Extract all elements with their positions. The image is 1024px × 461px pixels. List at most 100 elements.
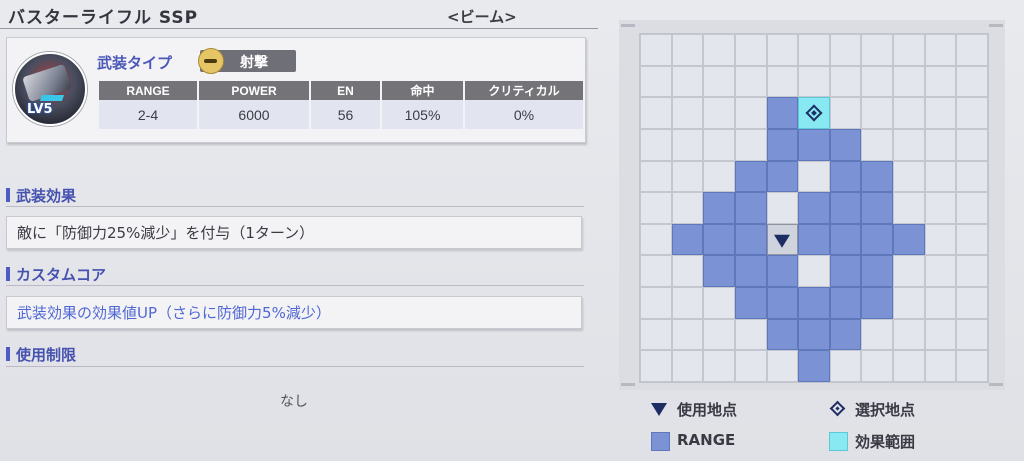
grid-cell[interactable]	[893, 128, 925, 161]
grid-cell[interactable]	[703, 34, 735, 66]
grid-cell[interactable]	[893, 255, 925, 288]
grid-cell-range[interactable]	[861, 192, 894, 224]
grid-cell[interactable]	[671, 192, 704, 224]
grid-cell[interactable]	[924, 34, 957, 66]
grid-cell[interactable]	[766, 34, 799, 66]
grid-cell[interactable]	[734, 350, 767, 382]
grid-cell-range[interactable]	[829, 287, 862, 319]
grid-cell-range[interactable]	[766, 255, 799, 288]
grid-cell[interactable]	[956, 160, 988, 193]
grid-cell[interactable]	[640, 192, 672, 224]
grid-cell-range[interactable]	[671, 223, 704, 256]
grid-cell-range[interactable]	[766, 128, 799, 161]
grid-cell[interactable]	[829, 65, 862, 98]
grid-cell-range[interactable]	[798, 128, 830, 161]
grid-cell[interactable]	[861, 350, 894, 382]
grid-cell[interactable]	[703, 65, 735, 98]
grid-cell[interactable]	[766, 65, 799, 98]
grid-cell[interactable]	[734, 318, 767, 351]
grid-cell[interactable]	[956, 223, 988, 256]
grid-cell-user[interactable]	[766, 223, 799, 256]
grid-cell-range[interactable]	[766, 97, 799, 129]
grid-cell[interactable]	[924, 255, 957, 288]
grid-cell-range[interactable]	[861, 255, 894, 288]
grid-cell-range[interactable]	[829, 223, 862, 256]
grid-cell[interactable]	[671, 350, 704, 382]
grid-cell-range[interactable]	[798, 192, 830, 224]
grid-cell-range[interactable]	[734, 160, 767, 193]
grid-cell[interactable]	[671, 128, 704, 161]
grid-cell[interactable]	[798, 65, 830, 98]
grid-cell-target[interactable]	[798, 97, 830, 129]
grid-cell[interactable]	[924, 160, 957, 193]
grid-cell[interactable]	[924, 287, 957, 319]
grid-cell[interactable]	[798, 160, 830, 193]
grid-cell-range[interactable]	[766, 287, 799, 319]
grid-cell-range[interactable]	[829, 192, 862, 224]
grid-cell-range[interactable]	[798, 287, 830, 319]
grid-cell[interactable]	[734, 65, 767, 98]
grid-cell[interactable]	[893, 192, 925, 224]
grid-cell-range[interactable]	[766, 160, 799, 193]
grid-cell-range[interactable]	[734, 287, 767, 319]
grid-cell-range[interactable]	[766, 318, 799, 351]
grid-cell[interactable]	[671, 65, 704, 98]
grid-cell[interactable]	[766, 192, 799, 224]
grid-cell[interactable]	[671, 160, 704, 193]
grid-cell[interactable]	[640, 350, 672, 382]
grid-cell[interactable]	[798, 34, 830, 66]
grid-cell[interactable]	[734, 34, 767, 66]
grid-cell-range[interactable]	[703, 223, 735, 256]
grid-cell[interactable]	[640, 65, 672, 98]
grid-cell[interactable]	[829, 350, 862, 382]
grid-cell[interactable]	[640, 97, 672, 129]
grid-cell-range[interactable]	[734, 223, 767, 256]
grid-cell[interactable]	[861, 128, 894, 161]
grid-cell[interactable]	[640, 34, 672, 66]
grid-cell[interactable]	[671, 97, 704, 129]
grid-cell[interactable]	[640, 318, 672, 351]
grid-cell[interactable]	[861, 318, 894, 351]
grid-cell[interactable]	[861, 97, 894, 129]
grid-cell-range[interactable]	[861, 160, 894, 193]
grid-cell[interactable]	[893, 160, 925, 193]
grid-cell[interactable]	[671, 287, 704, 319]
grid-cell[interactable]	[798, 255, 830, 288]
grid-cell[interactable]	[893, 287, 925, 319]
grid-cell[interactable]	[734, 97, 767, 129]
grid-cell[interactable]	[893, 97, 925, 129]
grid-cell[interactable]	[703, 97, 735, 129]
grid-cell[interactable]	[924, 65, 957, 98]
grid-cell-range[interactable]	[798, 318, 830, 351]
grid-cell[interactable]	[893, 34, 925, 66]
grid-cell[interactable]	[861, 34, 894, 66]
grid-cell[interactable]	[924, 223, 957, 256]
grid-cell[interactable]	[924, 318, 957, 351]
grid-cell-range[interactable]	[861, 223, 894, 256]
grid-cell[interactable]	[703, 128, 735, 161]
grid-cell[interactable]	[956, 128, 988, 161]
grid-cell[interactable]	[766, 350, 799, 382]
grid-cell[interactable]	[829, 34, 862, 66]
grid-cell[interactable]	[671, 255, 704, 288]
grid-cell[interactable]	[956, 192, 988, 224]
grid-cell[interactable]	[703, 287, 735, 319]
grid-cell-range[interactable]	[893, 223, 925, 256]
grid-cell-range[interactable]	[861, 287, 894, 319]
grid-cell-range[interactable]	[798, 223, 830, 256]
grid-cell[interactable]	[956, 255, 988, 288]
grid-cell[interactable]	[640, 128, 672, 161]
grid-cell[interactable]	[640, 223, 672, 256]
grid-cell[interactable]	[893, 65, 925, 98]
grid-cell[interactable]	[956, 350, 988, 382]
grid-cell-range[interactable]	[829, 128, 862, 161]
grid-cell[interactable]	[924, 350, 957, 382]
grid-cell[interactable]	[956, 97, 988, 129]
grid-cell[interactable]	[671, 34, 704, 66]
grid-cell-range[interactable]	[829, 255, 862, 288]
grid-cell-range[interactable]	[703, 192, 735, 224]
grid-cell[interactable]	[924, 97, 957, 129]
grid-cell-range[interactable]	[734, 255, 767, 288]
grid-cell[interactable]	[956, 287, 988, 319]
grid-cell[interactable]	[956, 318, 988, 351]
